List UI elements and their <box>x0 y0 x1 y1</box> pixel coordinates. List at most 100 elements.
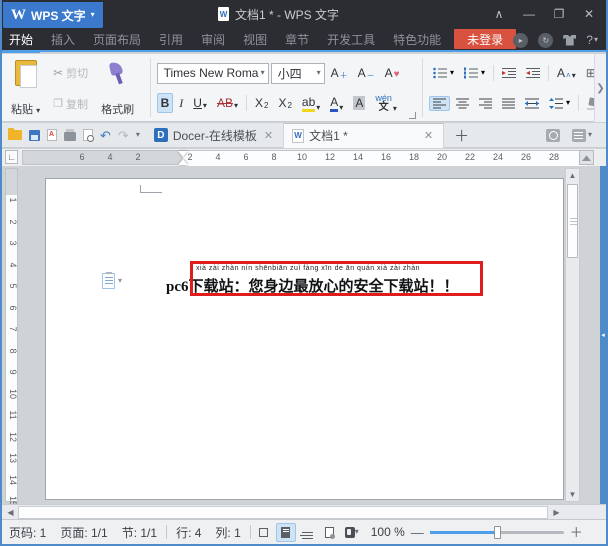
undo-icon[interactable]: ↶ <box>100 129 111 142</box>
fullscreen-view-button[interactable] <box>254 523 274 542</box>
ruler-number: 2 <box>131 152 145 162</box>
tab-document1[interactable]: W 文档1 * ✕ <box>284 123 444 148</box>
highlight-button[interactable]: ab▾ <box>298 92 324 115</box>
document-page[interactable]: ▾ xià zài zhàn nín shēnbiān zuì fàng xīn… <box>45 178 564 500</box>
tab-list-icon[interactable] <box>572 129 586 142</box>
tab-home[interactable]: 开始 <box>0 27 42 51</box>
bullets-button[interactable]: ▾ <box>429 65 458 81</box>
skin-icon[interactable] <box>563 35 576 46</box>
zoom-in-button[interactable]: ＋ <box>570 526 583 539</box>
save-icon[interactable] <box>29 130 40 141</box>
horizontal-ruler[interactable]: ∟ 6 4 2 2 4 6 8 10 12 14 16 18 20 22 24 … <box>2 149 606 166</box>
superscript-button[interactable]: X2 <box>251 93 272 113</box>
scrollbar-track[interactable] <box>18 506 548 519</box>
phonetic-guide-button[interactable]: wén文▾ <box>371 91 401 116</box>
tab-special-features[interactable]: 特色功能 <box>384 27 450 51</box>
scroll-down-icon[interactable]: ▼ <box>566 488 579 501</box>
tab-section[interactable]: 章节 <box>276 27 318 51</box>
decrease-indent-button[interactable] <box>498 65 520 81</box>
hanging-indent-marker[interactable] <box>178 159 188 165</box>
paste-options-icon <box>102 273 115 289</box>
font-color-button[interactable]: A▾ <box>326 92 347 115</box>
first-line-indent-marker[interactable] <box>178 151 188 157</box>
char-shading-button[interactable]: A <box>349 93 369 113</box>
history-icon[interactable] <box>546 129 560 142</box>
outline-view-button[interactable] <box>298 523 318 542</box>
help-button[interactable]: ?▾ <box>586 33 598 47</box>
tab-review[interactable]: 审阅 <box>192 27 234 51</box>
login-button[interactable]: 未登录 <box>454 29 516 49</box>
zoom-out-button[interactable]: — <box>411 526 424 539</box>
minimize-button[interactable]: — <box>518 4 540 24</box>
distributed-button[interactable] <box>521 96 543 111</box>
redo-icon[interactable]: ↷ <box>118 129 129 142</box>
scroll-right-icon[interactable]: ▶ <box>550 506 563 519</box>
scissors-icon: ✂ <box>53 66 63 80</box>
tab-developer[interactable]: 开发工具 <box>318 27 384 51</box>
scroll-left-icon[interactable]: ◀ <box>4 506 17 519</box>
zoom-slider[interactable] <box>430 531 564 534</box>
close-tab-icon[interactable]: ✕ <box>422 129 435 142</box>
scrollbar-thumb[interactable] <box>567 184 578 258</box>
vertical-scrollbar[interactable]: ▲ ▼ <box>565 168 580 502</box>
document-text[interactable]: pc6下载站：您身边最放心的安全下载站！！ <box>166 275 459 296</box>
bold-button[interactable]: B <box>157 93 174 113</box>
tab-docer-templates[interactable]: D Docer-在线模板 ✕ <box>146 123 284 148</box>
cut-button[interactable]: ✂剪切 <box>49 63 92 83</box>
new-tab-button[interactable]: ＋ <box>444 125 479 146</box>
tab-page-layout[interactable]: 页面布局 <box>84 27 150 51</box>
sidebar-collapse-handle[interactable]: ◂ <box>600 166 606 504</box>
increase-indent-button[interactable] <box>522 65 544 81</box>
page-view-button[interactable] <box>276 523 296 542</box>
justify-icon <box>502 98 515 109</box>
ribbon-expand-button[interactable]: ❯ <box>594 54 606 122</box>
grow-font-button[interactable]: A＋ <box>327 63 352 83</box>
print-preview-icon[interactable] <box>83 129 93 141</box>
text-tool-button[interactable]: A˄▾ <box>553 63 580 83</box>
strikethrough-button[interactable]: AB▾ <box>213 93 242 113</box>
dialog-launcher-icon[interactable] <box>409 112 416 119</box>
underline-button[interactable]: U▾ <box>189 93 211 113</box>
print-icon[interactable] <box>64 132 76 141</box>
horizontal-scrollbar[interactable]: ◀ ▶ <box>2 504 606 519</box>
zoom-slider-handle[interactable] <box>494 526 501 539</box>
clear-format-button[interactable]: A♥ <box>381 63 404 83</box>
ruler-number: 14 <box>8 474 18 486</box>
close-tab-icon[interactable]: ✕ <box>262 129 275 142</box>
align-right-button[interactable] <box>475 96 496 111</box>
eye-protect-button[interactable] <box>320 523 340 542</box>
skin-switch-button[interactable]: ▾ <box>342 523 362 542</box>
restore-button[interactable]: ❐ <box>548 4 570 24</box>
tab-references[interactable]: 引用 <box>150 27 192 51</box>
format-painter-button[interactable]: 格式刷 <box>98 58 137 119</box>
copy-button[interactable]: ❐复制 <box>49 94 92 114</box>
subscript-button[interactable]: X2 <box>274 93 295 113</box>
vertical-ruler[interactable]: 1 2 3 4 5 6 7 8 9 10 11 12 13 14 15 <box>5 168 18 502</box>
page-view-icon <box>281 527 290 538</box>
clipboard-icon <box>15 60 37 86</box>
wps-logo-menu[interactable]: W WPS 文字 ▾ <box>3 2 103 28</box>
justify-button[interactable] <box>498 96 519 111</box>
shrink-font-button[interactable]: A－ <box>354 63 379 83</box>
paste-button[interactable]: 粘贴 ▾ <box>8 58 43 119</box>
feedback-icon[interactable]: ↻ <box>538 33 553 48</box>
align-left-button[interactable] <box>429 96 450 111</box>
ruler-toggle-button[interactable] <box>579 150 594 165</box>
font-name-select[interactable]: Times New Roma▾ <box>157 63 269 84</box>
open-file-icon[interactable] <box>8 130 22 140</box>
scroll-up-icon[interactable]: ▲ <box>566 169 579 182</box>
tab-stop-selector[interactable]: ∟ <box>5 150 18 164</box>
close-button[interactable]: ✕ <box>578 4 600 24</box>
collapse-ribbon-button[interactable]: ∧ <box>488 4 510 24</box>
tab-view[interactable]: 视图 <box>234 27 276 51</box>
paste-options-button[interactable]: ▾ <box>102 273 122 289</box>
export-pdf-icon[interactable] <box>47 129 57 141</box>
numbering-button[interactable]: ▾ <box>460 65 489 81</box>
tab-insert[interactable]: 插入 <box>42 27 84 51</box>
play-circle-icon[interactable]: ▸ <box>513 33 528 48</box>
line-spacing-button[interactable]: ▾ <box>545 96 574 111</box>
qat-dropdown-icon[interactable]: ▾ <box>136 131 140 139</box>
font-size-select[interactable]: 小四▾ <box>271 63 325 84</box>
align-center-button[interactable] <box>452 96 473 111</box>
italic-button[interactable]: I <box>175 93 187 114</box>
